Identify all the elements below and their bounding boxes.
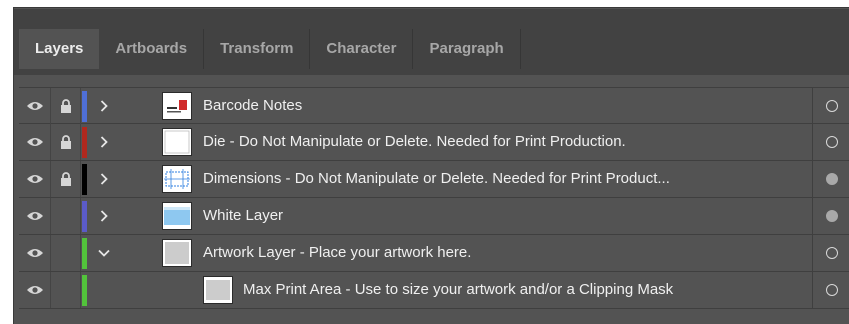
lock-toggle[interactable] bbox=[51, 235, 81, 271]
target-cell[interactable] bbox=[812, 235, 849, 271]
chevron-right-icon bbox=[100, 100, 108, 112]
lock-toggle[interactable] bbox=[51, 88, 81, 124]
expand-toggle[interactable] bbox=[94, 124, 114, 160]
chevron-down-icon bbox=[98, 249, 110, 257]
expand-toggle[interactable] bbox=[94, 88, 114, 124]
tab-bar: Layers Artboards Transform Character Par… bbox=[14, 9, 849, 75]
target-cell[interactable] bbox=[812, 198, 849, 234]
layer-thumbnail bbox=[162, 239, 192, 267]
visibility-toggle[interactable] bbox=[19, 124, 51, 160]
layer-row-dimensions[interactable]: Dimensions - Do Not Manipulate or Delete… bbox=[19, 161, 849, 198]
tab-character[interactable]: Character bbox=[310, 29, 414, 69]
layer-thumbnail bbox=[162, 128, 192, 156]
layer-row-max-print-area[interactable]: Max Print Area - Use to size your artwor… bbox=[19, 272, 849, 309]
lock-toggle[interactable] bbox=[51, 198, 81, 234]
lock-icon bbox=[60, 172, 71, 186]
tab-artboards[interactable]: Artboards bbox=[99, 29, 205, 69]
layer-name[interactable]: Barcode Notes bbox=[203, 88, 302, 124]
layer-name[interactable]: White Layer bbox=[203, 198, 283, 234]
target-cell[interactable] bbox=[812, 88, 849, 124]
expand-toggle[interactable] bbox=[94, 235, 114, 271]
layer-color-bar bbox=[82, 127, 87, 158]
target-circle-icon[interactable] bbox=[826, 136, 838, 148]
layer-color-bar bbox=[82, 275, 87, 306]
visibility-toggle[interactable] bbox=[19, 161, 51, 197]
expand-toggle[interactable] bbox=[94, 198, 114, 234]
layers-panel: Layers Artboards Transform Character Par… bbox=[13, 7, 849, 324]
tab-layers[interactable]: Layers bbox=[19, 29, 100, 69]
layer-name[interactable]: Dimensions - Do Not Manipulate or Delete… bbox=[203, 161, 670, 197]
layer-thumbnail bbox=[203, 276, 233, 304]
visibility-toggle[interactable] bbox=[19, 272, 51, 308]
lock-icon bbox=[60, 135, 71, 149]
layer-name[interactable]: Artwork Layer - Place your artwork here. bbox=[203, 235, 471, 271]
layer-color-bar bbox=[82, 238, 87, 269]
eye-icon bbox=[26, 249, 43, 257]
layer-color-bar bbox=[82, 201, 87, 232]
layer-row-artwork-layer[interactable]: Artwork Layer - Place your artwork here. bbox=[19, 235, 849, 272]
layer-color-bar bbox=[82, 164, 87, 195]
lock-toggle[interactable] bbox=[51, 161, 81, 197]
chevron-right-icon bbox=[100, 173, 108, 185]
eye-icon bbox=[26, 286, 43, 294]
target-circle-icon[interactable] bbox=[826, 210, 838, 222]
layer-thumbnail bbox=[162, 92, 192, 120]
eye-icon bbox=[26, 102, 43, 110]
eye-icon bbox=[26, 138, 43, 146]
target-cell[interactable] bbox=[812, 161, 849, 197]
layer-color-bar bbox=[82, 91, 87, 122]
chevron-right-icon bbox=[100, 136, 108, 148]
layer-thumbnail bbox=[162, 165, 192, 193]
eye-icon bbox=[26, 175, 43, 183]
target-circle-icon[interactable] bbox=[826, 173, 838, 185]
visibility-toggle[interactable] bbox=[19, 88, 51, 124]
lock-icon bbox=[60, 99, 71, 113]
visibility-toggle[interactable] bbox=[19, 198, 51, 234]
layer-name[interactable]: Die - Do Not Manipulate or Delete. Neede… bbox=[203, 124, 626, 160]
chevron-right-icon bbox=[100, 210, 108, 222]
lock-toggle[interactable] bbox=[51, 272, 81, 308]
target-cell[interactable] bbox=[812, 124, 849, 160]
visibility-toggle[interactable] bbox=[19, 235, 51, 271]
layer-row-die[interactable]: Die - Do Not Manipulate or Delete. Neede… bbox=[19, 124, 849, 161]
layer-row-barcode-notes[interactable]: Barcode Notes bbox=[19, 87, 849, 124]
tab-transform[interactable]: Transform bbox=[204, 29, 311, 69]
layer-name[interactable]: Max Print Area - Use to size your artwor… bbox=[243, 272, 673, 308]
target-circle-icon[interactable] bbox=[826, 284, 838, 296]
lock-toggle[interactable] bbox=[51, 124, 81, 160]
layer-row-white-layer[interactable]: White Layer bbox=[19, 198, 849, 235]
tab-paragraph[interactable]: Paragraph bbox=[413, 29, 521, 69]
layer-thumbnail bbox=[162, 202, 192, 230]
target-circle-icon[interactable] bbox=[826, 100, 838, 112]
target-cell[interactable] bbox=[812, 272, 849, 308]
layer-list: Barcode Notes Die - Do Not Manipulate or… bbox=[19, 87, 849, 309]
eye-icon bbox=[26, 212, 43, 220]
target-circle-icon[interactable] bbox=[826, 247, 838, 259]
expand-toggle[interactable] bbox=[94, 161, 114, 197]
